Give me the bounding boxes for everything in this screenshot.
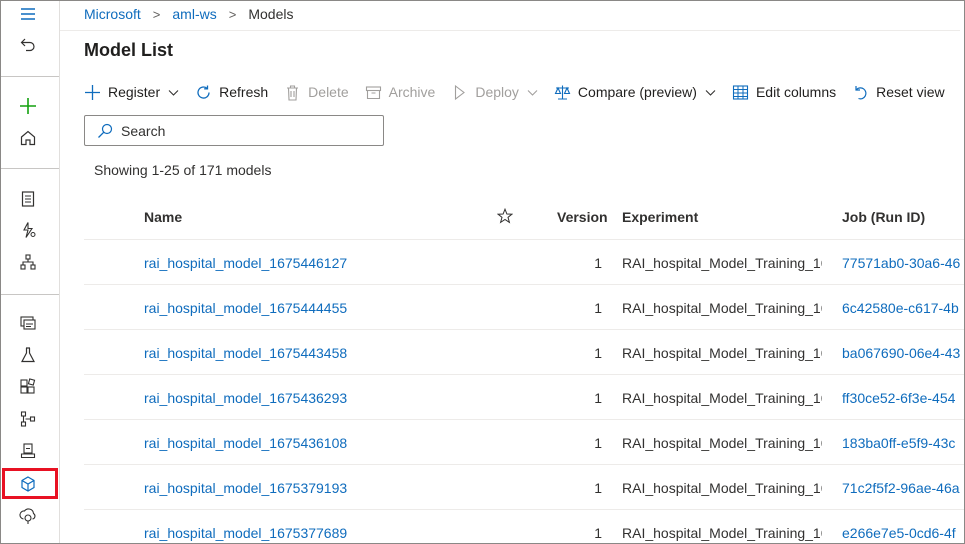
automl-icon[interactable] (6, 216, 50, 244)
hamburger-icon[interactable] (6, 0, 50, 28)
column-header-name[interactable]: Name (144, 209, 182, 225)
endpoints-icon[interactable] (6, 502, 50, 530)
delete-label: Delete (308, 84, 349, 100)
deploy-label: Deploy (475, 84, 519, 100)
model-version: 1 (594, 390, 602, 406)
table-row[interactable]: rai_hospital_model_1675377689 1 RAI_hosp… (84, 510, 965, 544)
edit-columns-button[interactable]: Edit columns (732, 80, 836, 104)
table-row[interactable]: rai_hospital_model_1675436108 1 RAI_hosp… (84, 420, 965, 465)
refresh-button[interactable]: Refresh (195, 80, 268, 104)
components-icon[interactable] (6, 373, 50, 401)
job-id-link[interactable]: ff30ce52-6f3e-454 (842, 390, 965, 406)
environments-icon[interactable] (6, 437, 50, 465)
deploy-button[interactable]: Deploy (451, 80, 538, 104)
model-name-link[interactable]: rai_hospital_model_1675436108 (144, 435, 347, 451)
chevron-down-icon (527, 89, 538, 96)
search-icon (98, 123, 113, 138)
delete-button[interactable]: Delete (284, 80, 349, 104)
page-title: Model List (84, 40, 173, 60)
job-id-link[interactable]: 71c2f5f2-96ae-46a (842, 480, 965, 496)
notebook-icon[interactable] (6, 185, 50, 213)
job-id-link[interactable]: e266e7e5-0cd6-4f (842, 525, 965, 541)
column-header-experiment[interactable]: Experiment (622, 209, 698, 225)
chevron-right-icon: > (152, 6, 161, 22)
experiment-name: RAI_hospital_Model_Training_16... (622, 525, 822, 541)
reset-view-label: Reset view (876, 84, 945, 100)
jobs-icon[interactable] (6, 341, 50, 369)
archive-label: Archive (388, 84, 436, 100)
archive-icon (365, 85, 381, 99)
job-id-link[interactable]: ba067690-06e4-43 (842, 345, 965, 361)
table-row[interactable]: rai_hospital_model_1675443458 1 RAI_hosp… (84, 330, 965, 375)
compare-label: Compare (preview) (577, 84, 697, 100)
rail-divider (0, 168, 59, 169)
table-row[interactable]: rai_hospital_model_1675446127 1 RAI_hosp… (84, 240, 965, 285)
breadcrumb-workspace[interactable]: aml-ws (172, 6, 216, 22)
chevron-right-icon: > (228, 6, 237, 22)
model-name-link[interactable]: rai_hospital_model_1675379193 (144, 480, 347, 496)
designer-icon[interactable] (6, 248, 50, 276)
trash-icon (287, 84, 299, 101)
model-version: 1 (594, 255, 602, 271)
search-box[interactable] (84, 115, 384, 146)
command-bar: Register Refresh Delete Archive Deploy C… (84, 80, 961, 104)
column-header-job[interactable]: Job (Run ID) (842, 209, 925, 225)
model-version: 1 (594, 525, 602, 541)
model-version: 1 (594, 435, 602, 451)
left-nav-rail (0, 0, 60, 544)
rail-divider (0, 294, 59, 295)
models-selected-highlight (2, 468, 58, 499)
model-name-link[interactable]: rai_hospital_model_1675443458 (144, 345, 347, 361)
register-label: Register (108, 84, 161, 100)
archive-button[interactable]: Archive (365, 80, 436, 104)
pipelines-icon[interactable] (6, 405, 50, 433)
add-icon (85, 84, 100, 100)
model-name-link[interactable]: rai_hospital_model_1675446127 (144, 255, 347, 271)
undo-icon (855, 85, 867, 99)
table-header: Name Version Experiment Job (Run ID) (84, 195, 965, 240)
experiment-name: RAI_hospital_Model_Training_16... (622, 435, 822, 451)
table-row[interactable]: rai_hospital_model_1675436293 1 RAI_hosp… (84, 375, 965, 420)
experiment-name: RAI_hospital_Model_Training_16... (622, 255, 822, 271)
refresh-label: Refresh (219, 84, 269, 100)
experiment-name: RAI_hospital_Model_Training_16... (622, 480, 822, 496)
model-name-link[interactable]: rai_hospital_model_1675444455 (144, 300, 347, 316)
new-icon[interactable] (6, 92, 50, 120)
model-version: 1 (594, 480, 602, 496)
scale-icon (554, 85, 571, 100)
favorite-star-icon[interactable] (496, 207, 514, 227)
breadcrumb-current: Models (248, 6, 294, 22)
table-row[interactable]: rai_hospital_model_1675379193 1 RAI_hosp… (84, 465, 965, 510)
edit-columns-label: Edit columns (755, 84, 837, 100)
model-version: 1 (594, 345, 602, 361)
back-icon[interactable] (6, 31, 50, 59)
job-id-link[interactable]: 183ba0ff-e5f9-43c (842, 435, 965, 451)
experiment-name: RAI_hospital_Model_Training_16... (622, 390, 822, 406)
table-icon (732, 84, 749, 100)
results-count: Showing 1-25 of 171 models (94, 162, 272, 178)
breadcrumb-workspace-directory[interactable]: Microsoft (84, 6, 141, 22)
chevron-down-icon (168, 89, 179, 96)
experiment-name: RAI_hospital_Model_Training_16... (622, 345, 822, 361)
model-name-link[interactable]: rai_hospital_model_1675436293 (144, 390, 347, 406)
home-icon[interactable] (6, 124, 50, 152)
rail-divider (0, 76, 59, 77)
model-version: 1 (594, 300, 602, 316)
job-id-link[interactable]: 6c42580e-c617-4b (842, 300, 965, 316)
job-id-link[interactable]: 77571ab0-30a6-46 (842, 255, 965, 271)
compare-button[interactable]: Compare (preview) (554, 80, 716, 104)
data-icon[interactable] (6, 309, 50, 337)
experiment-name: RAI_hospital_Model_Training_16... (622, 300, 822, 316)
play-icon (455, 84, 466, 100)
search-input[interactable] (121, 122, 371, 139)
register-button[interactable]: Register (84, 80, 179, 104)
reset-view-button[interactable]: Reset view (852, 80, 945, 104)
breadcrumb: Microsoft > aml-ws > Models (84, 5, 293, 23)
refresh-icon (197, 85, 210, 99)
chevron-down-icon (705, 89, 716, 96)
breadcrumb-divider (60, 30, 960, 31)
model-name-link[interactable]: rai_hospital_model_1675377689 (144, 525, 347, 541)
table-row[interactable]: rai_hospital_model_1675444455 1 RAI_hosp… (84, 285, 965, 330)
column-header-version[interactable]: Version (557, 209, 608, 225)
